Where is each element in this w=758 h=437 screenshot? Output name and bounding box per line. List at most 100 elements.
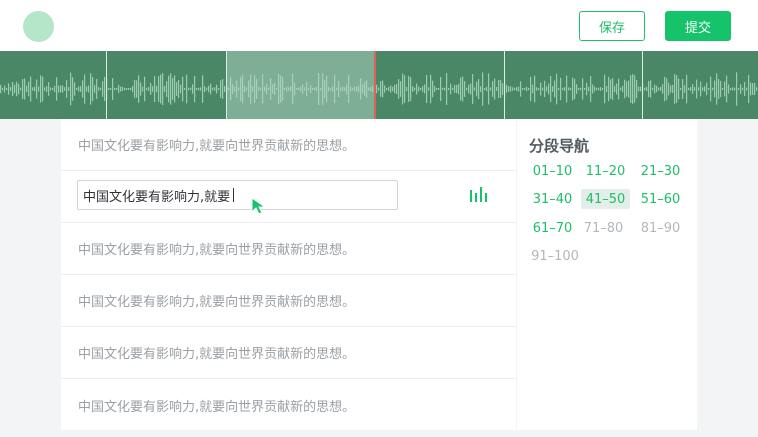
waveform-bar <box>592 84 594 94</box>
transcript-edit-value: 中国文化要有影响力,就要 <box>83 181 235 209</box>
waveform-bar <box>40 75 42 103</box>
transcript-row-active[interactable]: 中国文化要有影响力,就要 <box>61 171 516 223</box>
waveform-bar <box>556 73 558 105</box>
waveform-bar <box>450 83 452 95</box>
waveform-bar <box>144 76 146 102</box>
transcript-panel: 中国文化要有影响力,就要向世界贡献新的思想。 中国文化要有影响力,就要 中国文化… <box>61 119 516 430</box>
waveform-bar <box>200 87 202 91</box>
avatar[interactable] <box>23 11 54 42</box>
waveform-bar <box>688 87 690 91</box>
segment-41-50[interactable]: 41–50 <box>581 189 630 209</box>
waveform-bar <box>520 81 522 97</box>
waveform-bar <box>254 75 256 103</box>
waveform-bar <box>172 78 174 100</box>
segment-71-80[interactable]: 71–80 <box>579 218 628 238</box>
segment-11-20[interactable]: 11–20 <box>581 161 630 181</box>
waveform-bar <box>750 82 752 96</box>
waveform-bar <box>666 78 668 100</box>
transcript-row[interactable]: 中国文化要有影响力,就要向世界贡献新的思想。 <box>61 327 516 379</box>
text-caret <box>233 188 235 202</box>
waveform-bar <box>470 83 472 95</box>
waveform-canvas[interactable] <box>0 51 758 119</box>
segment-01-10[interactable]: 01–10 <box>528 161 577 181</box>
waveform-bar <box>722 87 724 91</box>
waveform-bar <box>304 87 306 91</box>
waveform-bar <box>630 75 632 103</box>
waveform-bar <box>436 87 438 91</box>
waveform-bar <box>428 87 430 91</box>
segment-21-30[interactable]: 21–30 <box>636 161 685 181</box>
audio-bars-icon[interactable] <box>469 185 489 205</box>
waveform-bar <box>196 87 198 91</box>
waveform-bar <box>702 87 704 91</box>
waveform-bar <box>588 86 590 92</box>
waveform-bar <box>384 85 386 93</box>
waveform-bar <box>244 85 246 93</box>
segment-31-40[interactable]: 31–40 <box>528 189 577 209</box>
waveform-bar <box>716 73 718 105</box>
waveform-bar <box>532 84 534 94</box>
waveform-bar <box>70 72 72 106</box>
waveform-bar <box>140 82 142 96</box>
segment-51-60[interactable]: 51–60 <box>636 189 685 209</box>
waveform-bar <box>46 85 48 93</box>
waveform-bar <box>628 80 630 98</box>
waveform-bar <box>298 87 300 91</box>
transcript-row-text: 中国文化要有影响力,就要向世界贡献新的思想。 <box>78 139 356 154</box>
segment-61-70[interactable]: 61–70 <box>528 218 577 238</box>
transcript-row[interactable]: 中国文化要有影响力,就要向世界贡献新的思想。 <box>61 223 516 275</box>
waveform-bar <box>572 77 574 101</box>
transcript-row[interactable]: 中国文化要有影响力,就要向世界贡献新的思想。 <box>61 119 516 171</box>
waveform-bar <box>462 76 464 102</box>
waveform-bar <box>252 86 254 92</box>
waveform-bar <box>108 87 110 91</box>
waveform-bar <box>362 84 364 94</box>
waveform-bar <box>76 87 78 91</box>
waveform-bar <box>712 87 714 91</box>
waveform-bar <box>300 86 302 92</box>
waveform-bar <box>618 78 620 100</box>
waveform-bar <box>184 87 186 91</box>
playhead-marker[interactable] <box>374 51 376 119</box>
save-button[interactable]: 保存 <box>579 11 645 41</box>
waveform-bar <box>422 86 424 92</box>
waveform-bar <box>194 75 196 103</box>
waveform-bar <box>56 77 58 101</box>
transcript-row[interactable]: 中国文化要有影响力,就要向世界贡献新的思想。 <box>61 379 516 431</box>
waveform-bar <box>400 81 402 97</box>
waveform-bar <box>560 77 562 101</box>
waveform-bar <box>612 78 614 100</box>
waveform-bar <box>96 78 98 100</box>
waveform-bar <box>66 80 68 98</box>
waveform-bar <box>670 85 672 93</box>
waveform-bar <box>730 87 732 91</box>
waveform-bar <box>616 83 618 95</box>
audio-waveform[interactable] <box>0 51 758 119</box>
waveform-bar <box>132 85 134 93</box>
transcript-row[interactable]: 中国文化要有影响力,就要向世界贡献新的思想。 <box>61 275 516 327</box>
transcript-edit-field[interactable]: 中国文化要有影响力,就要 <box>77 180 398 210</box>
waveform-bar <box>658 87 660 91</box>
segment-91-100[interactable]: 91–100 <box>528 246 582 266</box>
waveform-bar <box>596 87 598 91</box>
waveform-bar <box>752 83 754 95</box>
waveform-bar <box>708 87 710 91</box>
submit-button[interactable]: 提交 <box>665 11 731 41</box>
waveform-bar <box>734 87 736 91</box>
segment-81-90[interactable]: 81–90 <box>636 218 685 238</box>
waveform-bar <box>284 87 286 91</box>
waveform-bar <box>354 86 356 92</box>
waveform-bar <box>650 80 652 98</box>
waveform-bar <box>174 75 176 103</box>
mouse-pointer-icon <box>251 197 267 215</box>
waveform-bar <box>546 86 548 92</box>
waveform-bar <box>24 78 26 100</box>
waveform-bar <box>216 84 218 94</box>
waveform-bar <box>610 79 612 99</box>
waveform-bar <box>310 84 312 94</box>
waveform-bar <box>680 87 682 91</box>
waveform-bar <box>212 87 214 91</box>
waveform-bar <box>282 77 284 101</box>
waveform-bar <box>646 86 648 92</box>
waveform-bar <box>68 87 70 91</box>
